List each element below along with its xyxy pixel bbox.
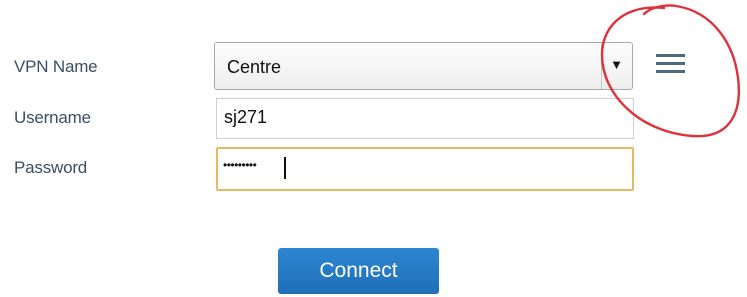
password-field[interactable]: •••••••••: [216, 147, 634, 191]
vpn-name-label: VPN Name: [14, 57, 98, 76]
username-label: Username: [14, 108, 91, 127]
text-caret: [284, 157, 286, 179]
vpn-name-select[interactable]: Centre ▼: [214, 42, 633, 90]
password-masked-value: •••••••••: [223, 158, 257, 172]
username-field[interactable]: sj271: [216, 98, 634, 139]
password-label: Password: [14, 158, 88, 177]
username-value: sj271: [224, 107, 268, 127]
vpn-name-selected-value: Centre: [227, 57, 282, 77]
menu-icon-bar: [656, 54, 685, 57]
connect-button[interactable]: Connect: [278, 248, 439, 294]
menu-icon-bar: [656, 70, 685, 73]
hamburger-menu-icon[interactable]: [656, 53, 685, 75]
select-divider: [601, 43, 602, 89]
chevron-down-icon: ▼: [610, 57, 623, 72]
menu-icon-bar: [656, 62, 685, 65]
